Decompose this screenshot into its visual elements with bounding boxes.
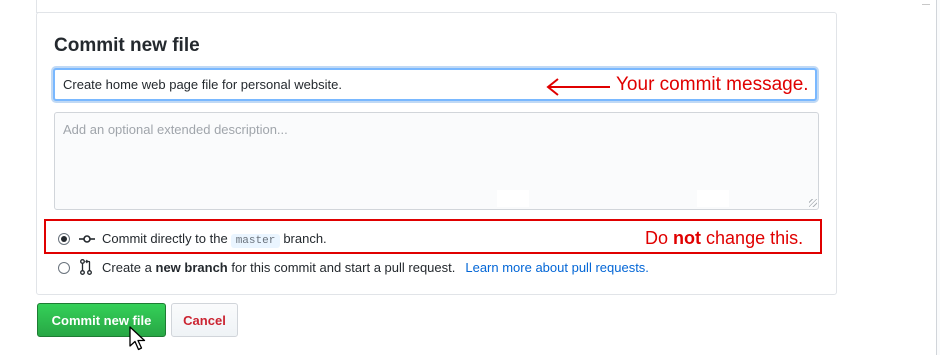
annotation-warning-suffix: change this.	[706, 228, 804, 248]
annotation-warning-prefix: Do	[645, 228, 669, 248]
scrollbar-edge	[936, 0, 940, 355]
option-new-branch[interactable]: Create a new branch for this commit and …	[102, 260, 649, 275]
mouse-pointer-icon	[129, 326, 146, 351]
blank-patch	[497, 190, 529, 207]
annotation-do-not-change: Do not change this.	[645, 228, 803, 249]
option-new-branch-suffix: for this commit and start a pull request…	[231, 260, 456, 275]
commit-form-tab	[36, 0, 43, 13]
radio-commit-directly[interactable]	[58, 233, 70, 245]
option-new-branch-prefix: Create a	[102, 260, 152, 275]
annotation-commit-message: Your commit message.	[616, 74, 809, 95]
option-direct-suffix: branch.	[283, 231, 327, 246]
radio-new-branch[interactable]	[58, 262, 70, 274]
option-commit-directly[interactable]: Commit directly to the master branch.	[102, 231, 327, 248]
arrow-left-icon	[546, 78, 610, 96]
blank-patch	[697, 190, 729, 207]
git-pull-request-icon	[80, 259, 92, 275]
branch-name-tag: master	[230, 234, 281, 248]
git-commit-icon	[79, 235, 95, 243]
learn-more-link[interactable]: Learn more about pull requests.	[465, 260, 649, 275]
annotation-warning-bold: not	[673, 228, 702, 248]
commit-title: Commit new file	[54, 35, 200, 56]
option-new-branch-bold: new branch	[155, 260, 228, 275]
resize-handle[interactable]	[809, 199, 817, 207]
cancel-button[interactable]: Cancel	[171, 303, 238, 337]
window-edge-mark	[922, 4, 930, 5]
option-direct-prefix: Commit directly to the	[102, 231, 228, 246]
